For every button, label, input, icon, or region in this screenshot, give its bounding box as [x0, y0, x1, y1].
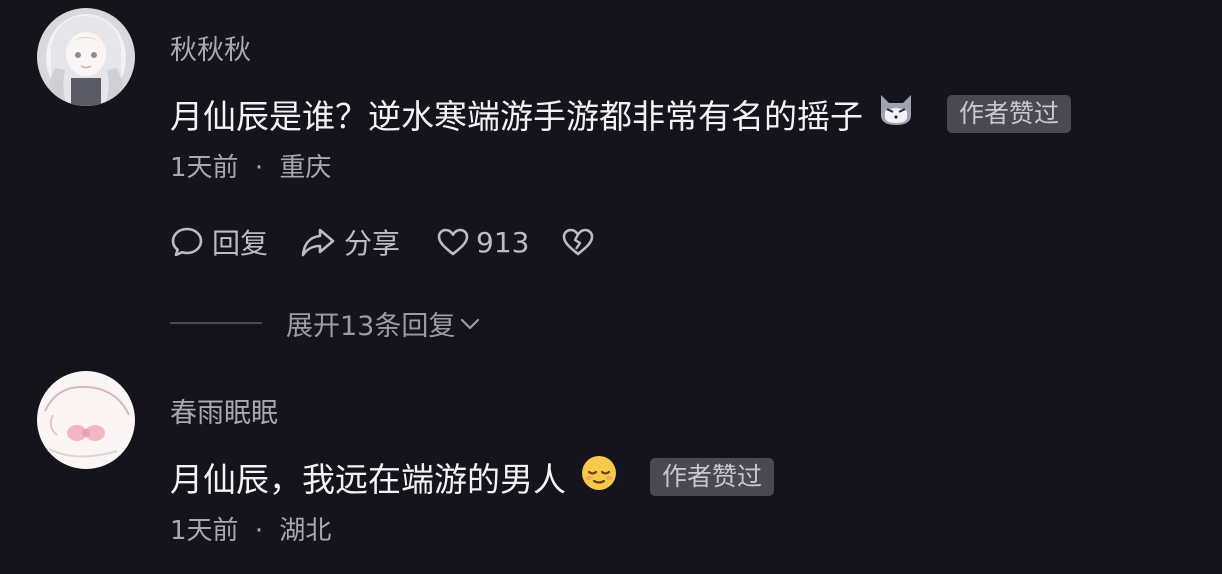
expand-replies-button[interactable]: 展开13条回复 — [170, 303, 481, 343]
expand-replies-label: 展开13条回复 — [286, 310, 456, 342]
reply-label: 回复 — [212, 227, 269, 260]
comment-meta: 1天前 · 重庆 — [170, 147, 331, 184]
broken-heart-icon — [561, 227, 595, 257]
comment-time: 1天前 — [170, 153, 239, 183]
meta-separator: · — [254, 516, 264, 546]
avatar[interactable] — [37, 8, 135, 106]
dislike-button[interactable] — [561, 227, 595, 257]
comment-location: 湖北 — [279, 516, 332, 546]
like-button[interactable]: 913 — [436, 226, 529, 259]
author-liked-badge: 作者赞过 — [947, 95, 1072, 133]
heart-icon — [436, 227, 470, 257]
comment-text: 月仙辰是谁？逆水寒端游手游都非常有名的摇子 作者赞过 — [170, 90, 1072, 138]
comment-body: 月仙辰是谁？逆水寒端游手游都非常有名的摇子 — [170, 97, 863, 136]
share-button[interactable]: 分享 — [300, 222, 400, 262]
comment-time: 1天前 — [170, 516, 239, 546]
expand-divider-line — [170, 322, 262, 324]
comment-location: 重庆 — [279, 153, 332, 183]
comment-text: 月仙辰，我远在端游的男人 作者赞过 — [170, 453, 775, 501]
reply-button[interactable]: 回复 — [170, 222, 268, 262]
relieved-face-emoji-icon — [580, 454, 618, 500]
share-arrow-icon — [300, 226, 336, 258]
comment-actions: 回复 分享 913 — [170, 222, 595, 262]
chevron-down-icon — [459, 308, 481, 339]
like-count: 913 — [476, 225, 530, 259]
share-label: 分享 — [344, 227, 401, 260]
avatar[interactable] — [37, 371, 135, 469]
username[interactable]: 春雨眠眠 — [170, 391, 278, 430]
username[interactable]: 秋秋秋 — [170, 28, 251, 67]
comment-meta: 1天前 · 湖北 — [170, 510, 331, 547]
cat-face-emoji-icon — [877, 93, 915, 135]
author-liked-badge: 作者赞过 — [650, 458, 775, 496]
comment-bubble-icon — [170, 226, 204, 258]
meta-separator: · — [254, 153, 264, 183]
comment-body: 月仙辰，我远在端游的男人 — [170, 460, 566, 499]
